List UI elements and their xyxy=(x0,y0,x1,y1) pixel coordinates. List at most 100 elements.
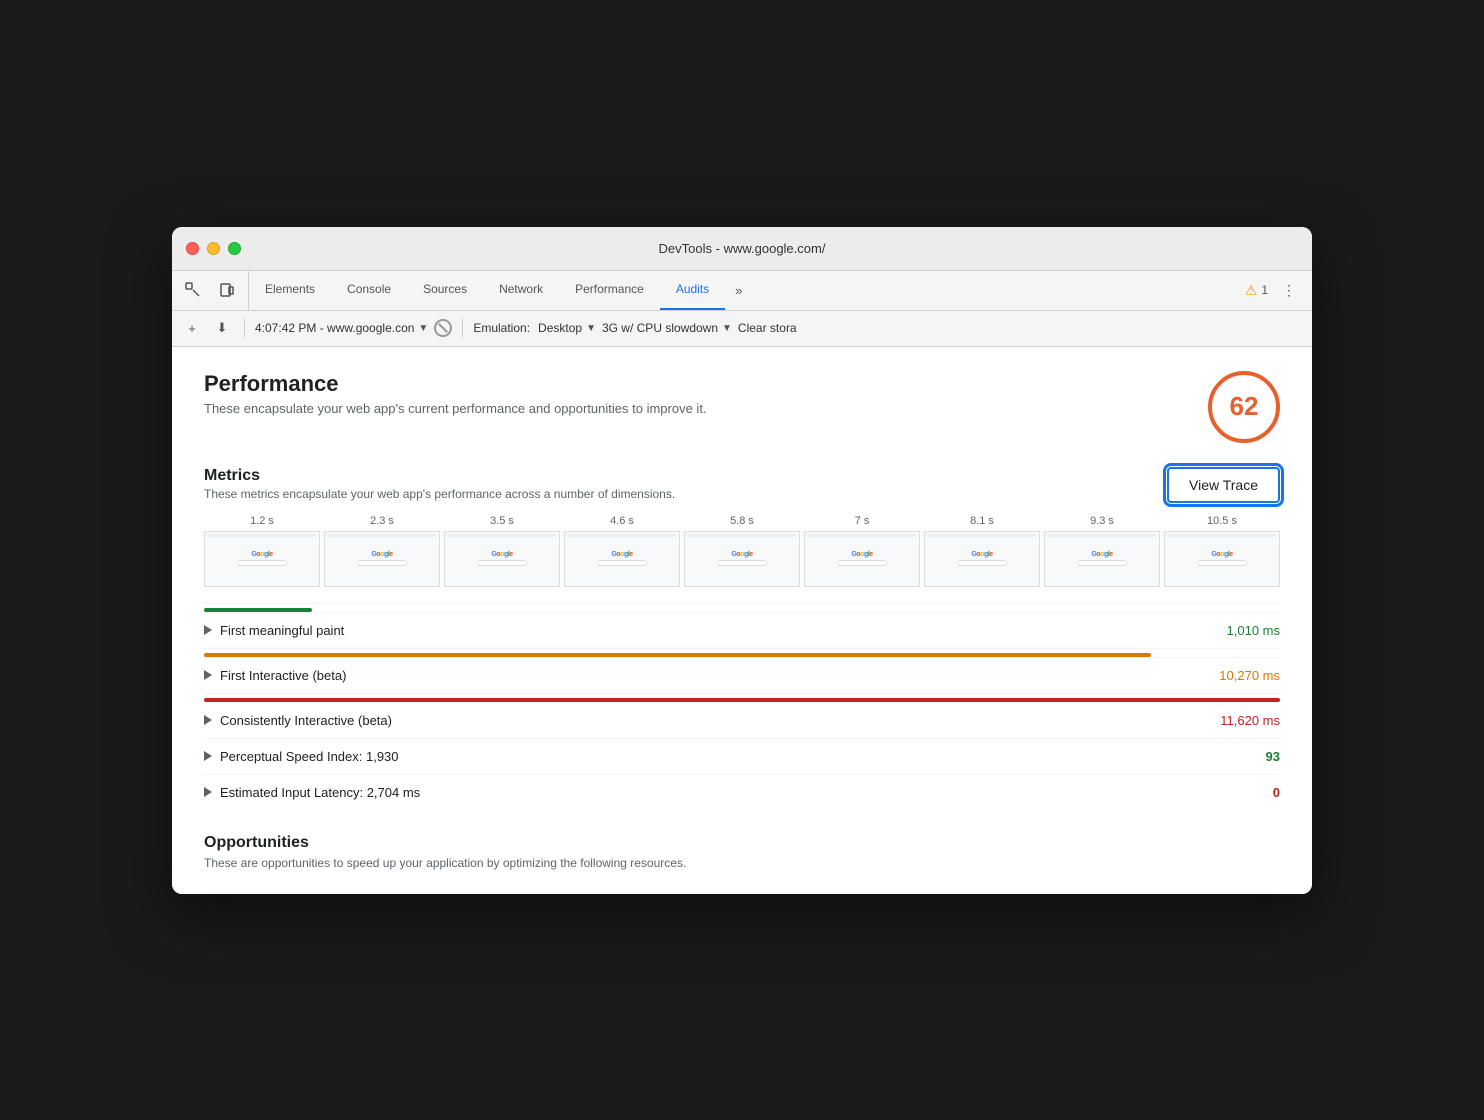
consistently-interactive-label: Consistently Interactive (beta) xyxy=(220,713,1212,728)
toolbar-divider xyxy=(244,318,245,338)
metric-arrow-1[interactable] xyxy=(204,625,212,635)
consistently-interactive-value: 11,620 ms xyxy=(1220,713,1280,728)
input-latency-score: 0 xyxy=(1273,785,1280,800)
film-thumb-1: Google xyxy=(204,531,320,587)
filmstrip: 1.2 s Google 2.3 s xyxy=(204,515,1280,587)
google-logo-small-2: Google xyxy=(371,551,392,558)
emulation-display: Emulation: Desktop ▼ xyxy=(473,321,596,335)
film-time-3: 3.5 s xyxy=(490,515,514,527)
tab-elements[interactable]: Elements xyxy=(249,271,331,310)
metric-arrow-4[interactable] xyxy=(204,751,212,761)
film-thumb-5: Google xyxy=(684,531,800,587)
metric-arrow-2[interactable] xyxy=(204,670,212,680)
traffic-lights xyxy=(186,242,241,255)
performance-title: Performance xyxy=(204,371,707,397)
warning-icon: ⚠ xyxy=(1245,282,1258,299)
more-options-icon[interactable]: ⋮ xyxy=(1276,277,1302,303)
tab-console[interactable]: Console xyxy=(331,271,407,310)
more-tabs-button[interactable]: » xyxy=(725,271,752,310)
google-logo-small-5: Google xyxy=(731,551,752,558)
opportunities-description: These are opportunities to speed up your… xyxy=(204,856,1280,870)
toolbar-divider-2 xyxy=(462,318,463,338)
perceptual-speed-score: 93 xyxy=(1266,749,1280,764)
minimize-button[interactable] xyxy=(207,242,220,255)
film-time-4: 4.6 s xyxy=(610,515,634,527)
google-logo-small-8: Google xyxy=(1091,551,1112,558)
opportunities-title: Opportunities xyxy=(204,834,1280,852)
device-toolbar-icon[interactable] xyxy=(214,277,240,303)
timestamp-display: 4:07:42 PM - www.google.con ▼ xyxy=(255,321,428,335)
film-frame-6: 7 s Google xyxy=(804,515,920,587)
first-interactive-value: 10,270 ms xyxy=(1219,668,1280,683)
tab-network[interactable]: Network xyxy=(483,271,559,310)
blocked-icon xyxy=(434,319,452,337)
view-trace-button[interactable]: View Trace xyxy=(1167,467,1280,503)
google-logo-small-3: Google xyxy=(491,551,512,558)
element-picker-icon[interactable] xyxy=(180,277,206,303)
film-frame-7: 8.1 s Google xyxy=(924,515,1040,587)
performance-description: These encapsulate your web app's current… xyxy=(204,401,707,416)
google-logo-small-6: Google xyxy=(851,551,872,558)
film-frame-3: 3.5 s Google xyxy=(444,515,560,587)
metric-perceptual-speed: Perceptual Speed Index: 1,930 93 xyxy=(204,738,1280,774)
opportunities-section: Opportunities These are opportunities to… xyxy=(204,834,1280,870)
google-logo-small-7: Google xyxy=(971,551,992,558)
metric-consistently-interactive: Consistently Interactive (beta) 11,620 m… xyxy=(204,702,1280,738)
tab-performance[interactable]: Performance xyxy=(559,271,660,310)
film-thumb-7: Google xyxy=(924,531,1040,587)
performance-header: Performance These encapsulate your web a… xyxy=(204,371,1280,443)
clear-storage-display[interactable]: Clear stora xyxy=(738,321,797,335)
film-time-6: 7 s xyxy=(855,515,870,527)
film-thumb-4: Google xyxy=(564,531,680,587)
performance-score: 62 xyxy=(1230,391,1259,422)
metric-arrow-3[interactable] xyxy=(204,715,212,725)
tab-sources[interactable]: Sources xyxy=(407,271,483,310)
tab-right-controls: ⚠ 1 ⋮ xyxy=(1235,271,1312,310)
metrics-title-group: Metrics These metrics encapsulate your w… xyxy=(204,467,675,501)
timestamp-dropdown-arrow[interactable]: ▼ xyxy=(418,323,428,334)
input-latency-label: Estimated Input Latency: 2,704 ms xyxy=(220,785,1265,800)
tab-icon-group xyxy=(172,271,249,310)
film-frame-1: 1.2 s Google xyxy=(204,515,320,587)
tab-list: Elements Console Sources Network Perform… xyxy=(249,271,1235,310)
network-throttle-display: 3G w/ CPU slowdown ▼ xyxy=(602,321,732,335)
audit-toolbar: + ⬇ 4:07:42 PM - www.google.con ▼ Emulat… xyxy=(172,311,1312,347)
film-frame-5: 5.8 s Google xyxy=(684,515,800,587)
film-time-9: 10.5 s xyxy=(1207,515,1237,527)
metric-arrow-5[interactable] xyxy=(204,787,212,797)
film-time-5: 5.8 s xyxy=(730,515,754,527)
metric-first-meaningful-paint: First meaningful paint 1,010 ms xyxy=(204,612,1280,648)
tab-audits[interactable]: Audits xyxy=(660,271,725,310)
maximize-button[interactable] xyxy=(228,242,241,255)
close-button[interactable] xyxy=(186,242,199,255)
film-thumb-6: Google xyxy=(804,531,920,587)
film-frame-4: 4.6 s Google xyxy=(564,515,680,587)
perceptual-speed-label: Perceptual Speed Index: 1,930 xyxy=(220,749,1258,764)
film-thumb-2: Google xyxy=(324,531,440,587)
main-content: Performance These encapsulate your web a… xyxy=(172,347,1312,894)
download-button[interactable]: ⬇ xyxy=(210,316,234,340)
emulation-dropdown-arrow[interactable]: ▼ xyxy=(586,323,596,334)
performance-score-circle: 62 xyxy=(1208,371,1280,443)
window-title: DevTools - www.google.com/ xyxy=(659,241,826,256)
add-button[interactable]: + xyxy=(180,316,204,340)
metrics-title: Metrics xyxy=(204,467,675,485)
film-thumb-8: Google xyxy=(1044,531,1160,587)
google-logo-small: Google xyxy=(251,551,272,558)
film-time-7: 8.1 s xyxy=(970,515,994,527)
titlebar: DevTools - www.google.com/ xyxy=(172,227,1312,271)
film-thumb-9: Google xyxy=(1164,531,1280,587)
film-time-1: 1.2 s xyxy=(250,515,274,527)
network-dropdown-arrow[interactable]: ▼ xyxy=(722,323,732,334)
film-frame-2: 2.3 s Google xyxy=(324,515,440,587)
metric-first-interactive: First Interactive (beta) 10,270 ms xyxy=(204,657,1280,693)
tabbar: Elements Console Sources Network Perform… xyxy=(172,271,1312,311)
film-time-2: 2.3 s xyxy=(370,515,394,527)
first-interactive-label: First Interactive (beta) xyxy=(220,668,1211,683)
google-logo-small-9: Google xyxy=(1211,551,1232,558)
metrics-description: These metrics encapsulate your web app's… xyxy=(204,487,675,501)
film-frame-9: 10.5 s Google xyxy=(1164,515,1280,587)
film-frame-8: 9.3 s Google xyxy=(1044,515,1160,587)
film-time-8: 9.3 s xyxy=(1090,515,1114,527)
google-logo-small-4: Google xyxy=(611,551,632,558)
